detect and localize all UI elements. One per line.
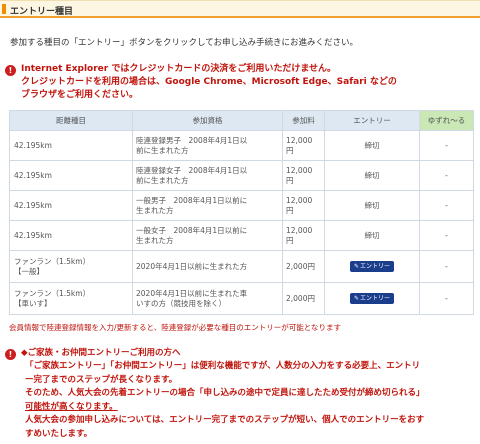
fee-text: 12,000	[286, 135, 313, 145]
entry-button-funrun-general[interactable]: ✎エントリー	[350, 261, 394, 272]
family-notice-line: 可能性が高くなります。	[25, 401, 118, 412]
table-header-row: 距離種目 参加資格 参加料 エントリー ゆずれ～る	[9, 110, 474, 131]
table-row: 42.195km 一般女子 2008年4月1日以前に 生まれた方 12,000 円 …	[9, 220, 474, 251]
entry-status: 締切	[324, 160, 420, 191]
section-header: エントリー種目	[0, 0, 480, 18]
entry-button-funrun-wheelchair[interactable]: ✎エントリー	[350, 293, 394, 304]
distance-cell: 42.195km	[9, 190, 133, 221]
fee-cell: 12,000 円	[282, 220, 325, 251]
table-row: ファンラン（1.5km） 【一般】 2020年4月1日以前に生まれた方 2,000…	[9, 250, 474, 283]
entry-button-label: エントリー	[360, 263, 391, 270]
qualification-cell: 2020年4月1日以前に生まれた方	[132, 250, 283, 283]
exclamation-icon: !	[5, 349, 16, 360]
qualification-text: 一般男子 2008年4月1日以前に	[136, 195, 248, 205]
yuzureru-cell: -	[419, 190, 474, 221]
family-notice-line: すめいたします。	[25, 428, 93, 439]
fee-cell: 2,000円	[282, 250, 325, 283]
qualification-text: 2020年4月1日以前に生まれた車	[136, 288, 248, 298]
header-fee: 参加料	[282, 110, 325, 131]
entry-status: 締切	[324, 130, 420, 161]
fee-text: 2,000円	[286, 293, 315, 303]
fee-cell: 12,000 円	[282, 160, 325, 191]
qualification-text: 陸連登録女子 2008年4月1日以	[136, 165, 248, 175]
fee-unit: 円	[286, 175, 294, 185]
table-row: 42.195km 一般男子 2008年4月1日以前に 生まれた方 12,000 円 …	[9, 190, 474, 221]
family-notice-line: ー完了までのステップが長くなります。	[25, 374, 178, 385]
yuzureru-cell: -	[419, 220, 474, 251]
qualification-cell: 陸連登録男子 2008年4月1日以 前に生まれた方	[132, 130, 283, 161]
distance-cell: ファンラン（1.5km） 【一般】	[9, 250, 133, 283]
warning-line: クレジットカードを利用の場合は、Google Chrome、Microsoft …	[21, 77, 397, 87]
qualification-text: 陸連登録男子 2008年4月1日以	[136, 135, 248, 145]
intro-text: 参加する種目の「エントリー」ボタンをクリックしてお申し込み手続きにお進みください…	[10, 38, 358, 48]
distance-category: 【車いす】	[14, 298, 52, 308]
distance-text: 42.195km	[14, 230, 52, 240]
distance-category: 【一般】	[14, 266, 44, 276]
fee-unit: 円	[286, 145, 294, 155]
fee-cell: 12,000 円	[282, 130, 325, 161]
distance-text: 42.195km	[14, 170, 52, 180]
qualification-cell: 一般男子 2008年4月1日以前に 生まれた方	[132, 190, 283, 221]
family-notice-line: 人気大会の参加申し込みについては、エントリー完了までのステップが短い、個人でのエ…	[25, 415, 425, 425]
entry-status: 締切	[324, 220, 420, 251]
exclamation-icon: !	[5, 65, 16, 76]
fee-text: 12,000	[286, 225, 313, 235]
qualification-cell: 一般女子 2008年4月1日以前に 生まれた方	[132, 220, 283, 251]
entry-status: 締切	[324, 190, 420, 221]
registration-note: 会員情報で陸連登録情報を入力/更新すると、陸連登録が必要な種目のエントリーが可能…	[9, 323, 341, 332]
fee-cell: 12,000 円	[282, 190, 325, 221]
fee-text: 12,000	[286, 195, 313, 205]
distance-cell: 42.195km	[9, 130, 133, 161]
family-notice-line: そのため、人気大会の先着エントリーの場合「申し込みの途中で定員に達したため受付が…	[25, 388, 425, 398]
qualification-text: 2020年4月1日以前に生まれた方	[136, 261, 248, 271]
entry-button-label: エントリー	[360, 295, 391, 302]
family-notice-line: 「ご家族エントリー」「お仲間エントリー」は便利な機能ですが、人数分の入力をする必…	[25, 361, 421, 371]
distance-text: ファンラン（1.5km）	[14, 256, 91, 266]
table-row: 42.195km 陸連登録男子 2008年4月1日以 前に生まれた方 12,000…	[9, 130, 474, 161]
fee-text: 12,000	[286, 165, 313, 175]
header-entry: エントリー	[324, 110, 420, 131]
pencil-icon: ✎	[353, 295, 359, 302]
warning-line: ブラウザをご利用ください。	[21, 90, 139, 100]
header-qualification: 参加資格	[132, 110, 283, 131]
distance-text: ファンラン（1.5km）	[14, 288, 91, 298]
qualification-text: 生まれた方	[136, 235, 174, 245]
table-row: 42.195km 陸連登録女子 2008年4月1日以 前に生まれた方 12,000…	[9, 160, 474, 191]
family-notice-heading: ◆ご家族・お仲間エントリーご利用の方へ	[21, 348, 181, 358]
section-title: エントリー種目	[10, 7, 74, 17]
yuzureru-cell: -	[419, 250, 474, 283]
fee-unit: 円	[286, 235, 294, 245]
qualification-text: 生まれた方	[136, 205, 174, 215]
distance-cell: 42.195km	[9, 160, 133, 191]
entry-table: 距離種目 参加資格 参加料 エントリー ゆずれ～る 42.195km 陸連登録男…	[9, 110, 474, 315]
entry-cell: ✎エントリー	[324, 282, 420, 315]
header-distance: 距離種目	[9, 110, 133, 131]
distance-text: 42.195km	[14, 200, 52, 210]
warning-line: Internet Explorer ではクレジットカードの決済をご利用いただけま…	[21, 64, 337, 74]
section-marker	[2, 4, 6, 14]
fee-unit: 円	[286, 205, 294, 215]
pencil-icon: ✎	[353, 263, 359, 270]
entry-cell: ✎エントリー	[324, 250, 420, 283]
yuzureru-cell: -	[419, 130, 474, 161]
qualification-text: 一般女子 2008年4月1日以前に	[136, 225, 248, 235]
qualification-text: 前に生まれた方	[136, 145, 189, 155]
distance-cell: 42.195km	[9, 220, 133, 251]
fee-text: 2,000円	[286, 261, 315, 271]
qualification-cell: 陸連登録女子 2008年4月1日以 前に生まれた方	[132, 160, 283, 191]
distance-text: 42.195km	[14, 140, 52, 150]
yuzureru-cell: -	[419, 160, 474, 191]
yuzureru-cell: -	[419, 282, 474, 315]
qualification-text: いすの方（競技用を除く）	[136, 298, 226, 308]
header-yuzureru: ゆずれ～る	[419, 110, 474, 131]
fee-cell: 2,000円	[282, 282, 325, 315]
table-row: ファンラン（1.5km） 【車いす】 2020年4月1日以前に生まれた車 いすの方（…	[9, 282, 474, 315]
qualification-cell: 2020年4月1日以前に生まれた車 いすの方（競技用を除く）	[132, 282, 283, 315]
distance-cell: ファンラン（1.5km） 【車いす】	[9, 282, 133, 315]
qualification-text: 前に生まれた方	[136, 175, 189, 185]
